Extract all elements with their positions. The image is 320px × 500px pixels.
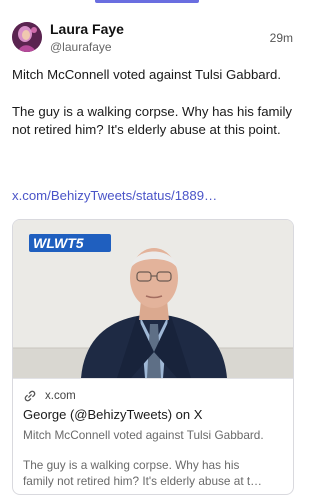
avatar[interactable]	[12, 22, 42, 52]
link-preview-description-line: The guy is a walking corpse. Why has his	[23, 458, 240, 472]
link-preview-description-line: family not retired him? It's elderly abu…	[23, 474, 262, 488]
station-logo-text: WLWT5	[33, 235, 84, 251]
post-body: Mitch McConnell voted against Tulsi Gabb…	[12, 66, 296, 140]
link-preview-description: Mitch McConnell voted against Tulsi Gabb…	[23, 428, 264, 442]
link-preview-title[interactable]: George (@BehizyTweets) on X	[23, 407, 283, 423]
post-paragraph: The guy is a walking corpse. Why has his…	[12, 103, 292, 138]
station-logo: WLWT5	[29, 234, 111, 252]
link-icon	[23, 389, 37, 403]
post[interactable]: Laura Faye @laurafaye 29m Mitch McConnel…	[0, 0, 306, 500]
link-preview-meta[interactable]: x.com George (@BehizyTweets) on X Mitch …	[13, 378, 293, 489]
post-paragraph: Mitch McConnell voted against Tulsi Gabb…	[12, 67, 282, 82]
author-display-name[interactable]: Laura Faye	[50, 21, 124, 38]
link-preview-card[interactable]: WLWT5 x.com George (@BehizyTweets) on X …	[12, 219, 294, 495]
post-link[interactable]: x.com/BehizyTweets/status/1889…	[12, 188, 217, 203]
link-preview-image[interactable]: WLWT5	[13, 220, 293, 378]
link-preview-domain: x.com	[45, 390, 76, 402]
author-info[interactable]: Laura Faye @laurafaye	[50, 21, 124, 55]
link-preview-description-more: The guy is a walking corpse. Why has his…	[23, 457, 285, 489]
post-timestamp[interactable]: 29m	[270, 31, 293, 45]
author-handle[interactable]: @laurafaye	[50, 39, 124, 55]
